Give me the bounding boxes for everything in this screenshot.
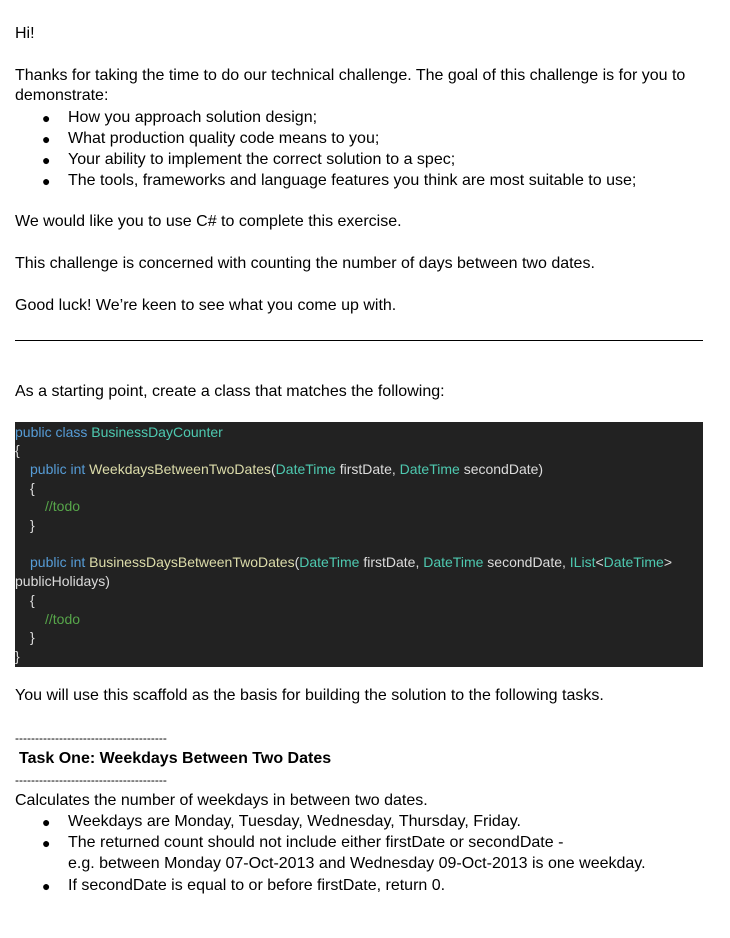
code-param: firstDate, <box>335 461 400 477</box>
code-param: publicHolidays) <box>15 573 110 589</box>
list-item-text: Your ability to implement the correct so… <box>68 151 456 168</box>
code-block: public class BusinessDayCounter { public… <box>15 422 703 667</box>
code-angle: > <box>663 554 673 570</box>
code-type: IList <box>569 554 596 570</box>
code-brace: { <box>15 442 20 458</box>
language-note: We would like you to use C# to complete … <box>15 213 402 230</box>
list-item-text: If secondDate is equal to or before firs… <box>68 877 446 894</box>
concern-text: This challenge is concerned with countin… <box>15 255 595 272</box>
bullet-icon: ● <box>42 131 51 147</box>
code-line: public class BusinessDayCounter <box>15 423 223 441</box>
code-method-name: BusinessDaysBetweenTwoDates <box>89 554 295 570</box>
example-text: e.g. between Monday 07-Oct-2013 and Wedn… <box>68 855 646 872</box>
code-class-name: BusinessDayCounter <box>91 424 223 440</box>
list-item-text: Weekdays are Monday, Tuesday, Wednesday,… <box>68 813 521 830</box>
code-line: //todo <box>45 610 80 628</box>
code-line: } <box>15 647 20 665</box>
code-keyword: public int <box>30 554 90 570</box>
code-angle: < <box>595 554 604 570</box>
code-param: secondDate) <box>459 461 544 477</box>
intro-line-1: Thanks for taking the time to do our tec… <box>15 67 686 84</box>
list-item-text: The tools, frameworks and language featu… <box>68 172 637 189</box>
greeting: Hi! <box>15 25 35 42</box>
code-keyword: public class <box>15 424 92 440</box>
bullet-icon: ● <box>42 878 51 894</box>
horizontal-rule <box>15 340 703 341</box>
code-brace: } <box>15 648 20 664</box>
code-type: DateTime <box>399 461 460 477</box>
intro-line-2: demonstrate: <box>15 87 109 104</box>
list-item-text: What production quality code means to yo… <box>68 130 380 147</box>
bullet-icon: ● <box>42 835 51 851</box>
code-comment: //todo <box>45 611 81 627</box>
task-one-summary: Calculates the number of weekdays in bet… <box>15 792 428 809</box>
bullet-icon: ● <box>42 173 51 189</box>
code-brace: { <box>30 592 35 608</box>
code-type: DateTime <box>603 554 664 570</box>
code-param: firstDate, <box>359 554 424 570</box>
bullet-icon: ● <box>42 110 51 126</box>
bullet-icon: ● <box>42 814 51 830</box>
scaffold-note: You will use this scaffold as the basis … <box>15 687 604 704</box>
code-line: public int WeekdaysBetweenTwoDates(DateT… <box>30 460 543 478</box>
code-param: secondDate, <box>483 554 570 570</box>
code-keyword: public int <box>30 461 90 477</box>
code-brace: } <box>30 629 35 645</box>
dashed-divider: -------------------------------------- <box>15 731 167 745</box>
code-type: DateTime <box>299 554 360 570</box>
code-line: } <box>30 628 35 646</box>
code-type: DateTime <box>423 554 484 570</box>
task-one-heading: Task One: Weekdays Between Two Dates <box>19 750 332 767</box>
code-comment: //todo <box>45 498 81 514</box>
code-method-name: WeekdaysBetweenTwoDates <box>89 461 271 477</box>
list-item-text: The returned count should not include ei… <box>68 834 564 851</box>
bullet-icon: ● <box>42 152 51 168</box>
code-line: } <box>30 516 35 534</box>
code-line: publicHolidays) <box>15 572 110 590</box>
code-line: { <box>30 479 35 497</box>
code-line: { <box>30 591 35 609</box>
code-line: { <box>15 441 20 459</box>
dashed-divider: -------------------------------------- <box>15 773 167 787</box>
code-type: DateTime <box>275 461 336 477</box>
code-brace: } <box>30 517 35 533</box>
starting-point-text: As a starting point, create a class that… <box>15 383 445 400</box>
good-luck-text: Good luck! We’re keen to see what you co… <box>15 297 397 314</box>
list-item-text: How you approach solution design; <box>68 109 318 126</box>
code-line: public int BusinessDaysBetweenTwoDates(D… <box>30 553 672 571</box>
code-line: //todo <box>45 497 80 515</box>
code-brace: { <box>30 480 35 496</box>
